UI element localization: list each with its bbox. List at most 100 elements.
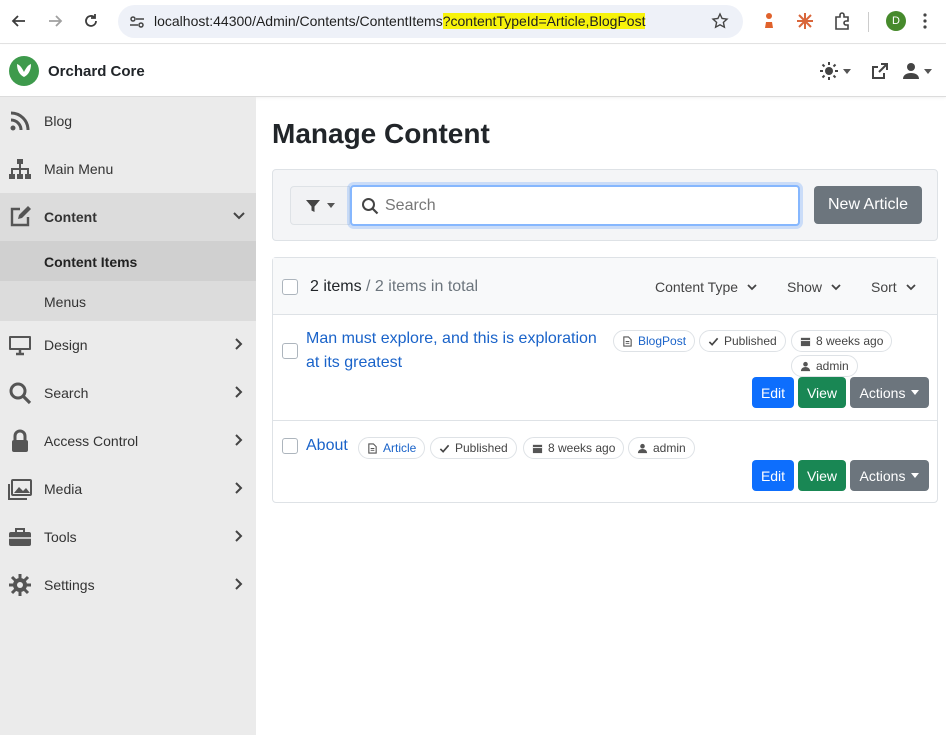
sidebar-item-media[interactable]: Media (0, 465, 256, 513)
item-title-line: at its greatest (306, 354, 403, 371)
select-all-checkbox[interactable] (282, 279, 298, 295)
item-title-line: Man must explore, and this is exploratio… (306, 330, 597, 347)
sidebar-subitem-label: Content Items (44, 254, 138, 270)
sidebar-item-design[interactable]: Design (0, 321, 256, 369)
sidebar-item-tools[interactable]: Tools (0, 513, 256, 561)
item-title-link[interactable]: About (306, 434, 348, 458)
search-input[interactable] (385, 195, 785, 217)
item-checkbox[interactable] (282, 343, 298, 359)
actions-dropdown-button[interactable]: Actions (850, 460, 929, 491)
url-text: localhost:44300/Admin/Contents/ContentIt… (154, 13, 646, 29)
external-link-icon[interactable] (871, 62, 889, 80)
sidebar-item-label: Access Control (44, 433, 139, 449)
images-icon (8, 479, 32, 500)
sidebar-item-blog[interactable]: Blog (0, 97, 256, 145)
calendar-icon (800, 337, 811, 346)
items-total-label: / 2 items in total (361, 278, 479, 295)
sidebar-subitem-label: Menus (44, 294, 87, 310)
list-item: About Article Published 8 weeks ago admi… (273, 421, 937, 503)
sidebar-item-label: Settings (44, 577, 95, 593)
forward-icon[interactable] (44, 10, 66, 32)
caret-down-icon (924, 68, 932, 74)
file-icon (623, 335, 632, 347)
sidebar-subitem-content-items[interactable]: Content Items (0, 241, 256, 281)
check-icon (439, 444, 450, 453)
check-icon (708, 337, 719, 346)
extension-chess-icon[interactable] (759, 11, 779, 31)
badge-label: Published (455, 441, 508, 455)
sidebar-item-settings[interactable]: Settings (0, 561, 256, 609)
reload-icon[interactable] (80, 10, 102, 32)
browser-menu-icon[interactable] (918, 11, 932, 31)
sidebar-item-label: Content (44, 209, 97, 225)
status-badge: Published (699, 330, 786, 352)
brand-name[interactable]: Orchard Core (48, 63, 145, 80)
back-icon[interactable] (8, 10, 30, 32)
sidebar-item-label: Tools (44, 529, 77, 545)
chevron-right-icon (235, 386, 243, 398)
sidebar-item-access-control[interactable]: Access Control (0, 417, 256, 465)
chevron-down-icon (906, 284, 916, 291)
toolbox-icon (9, 528, 31, 546)
chevron-down-icon (233, 212, 245, 220)
content-type-dropdown[interactable]: Content Type (655, 279, 758, 295)
sidebar-item-label: Design (44, 337, 88, 353)
site-settings-icon[interactable] (128, 13, 146, 31)
url-query-highlight: ?contentTypeId=Article,BlogPost (442, 13, 646, 29)
user-icon (800, 361, 811, 371)
extension-asterisk-icon[interactable] (795, 11, 815, 31)
view-button[interactable]: View (798, 377, 846, 408)
address-bar[interactable]: localhost:44300/Admin/Contents/ContentIt… (118, 5, 743, 38)
item-title-link[interactable]: Man must explore, and this is exploratio… (306, 327, 606, 375)
sidebar-item-main-menu[interactable]: Main Menu (0, 145, 256, 193)
theme-toggle[interactable] (819, 60, 851, 82)
lock-icon (12, 429, 28, 452)
content-type-label: Content Type (655, 279, 739, 295)
status-badge: Published (430, 437, 517, 459)
item-checkbox[interactable] (282, 438, 298, 454)
url-base: localhost:44300/Admin/Contents/ContentIt… (154, 13, 443, 29)
caret-down-icon (327, 203, 335, 208)
filter-bar: New Article (272, 169, 938, 241)
actions-label: Actions (859, 384, 906, 401)
sidebar-item-content[interactable]: Content (0, 193, 256, 241)
edit-button[interactable]: Edit (752, 460, 794, 491)
search-icon (362, 198, 379, 215)
toolbar-divider (868, 12, 869, 32)
sidebar-item-label: Blog (44, 113, 73, 129)
sidebar-item-search[interactable]: Search (0, 369, 256, 417)
badge-label: BlogPost (638, 334, 687, 348)
user-icon (903, 63, 919, 79)
author-badge: admin (628, 437, 695, 459)
content-type-badge[interactable]: BlogPost (613, 330, 696, 352)
show-dropdown[interactable]: Show (787, 279, 842, 295)
edit-button[interactable]: Edit (752, 377, 794, 408)
search-box[interactable] (350, 185, 800, 226)
app-header: Orchard Core (0, 45, 946, 97)
browser-toolbar: localhost:44300/Admin/Contents/ContentIt… (0, 0, 946, 44)
filter-dropdown-button[interactable] (290, 186, 350, 225)
user-menu[interactable] (902, 60, 932, 82)
sidebar-item-label: Search (44, 385, 89, 401)
content-items-list: 2 items / 2 items in total Content Type … (272, 257, 938, 503)
badge-label: admin (653, 441, 686, 455)
profile-avatar[interactable]: D (886, 11, 906, 31)
items-count-label: 2 items (310, 278, 362, 295)
chevron-right-icon (235, 434, 243, 446)
actions-dropdown-button[interactable]: Actions (850, 377, 929, 408)
chevron-right-icon (235, 530, 243, 542)
content-type-badge[interactable]: Article (358, 437, 426, 459)
user-icon (637, 443, 648, 453)
badge-label: Article (383, 441, 417, 455)
sidebar-item-label: Media (44, 481, 83, 497)
sidebar-subitem-menus[interactable]: Menus (0, 281, 256, 321)
new-article-button[interactable]: New Article (814, 186, 922, 224)
badge-label: Published (724, 334, 777, 348)
chevron-down-icon (831, 284, 841, 291)
bookmark-star-icon[interactable] (711, 12, 729, 30)
caret-down-icon (843, 68, 851, 74)
view-button[interactable]: View (798, 460, 846, 491)
orchard-logo-icon[interactable] (8, 55, 40, 87)
extensions-puzzle-icon[interactable] (832, 11, 852, 31)
sort-dropdown[interactable]: Sort (871, 279, 917, 295)
